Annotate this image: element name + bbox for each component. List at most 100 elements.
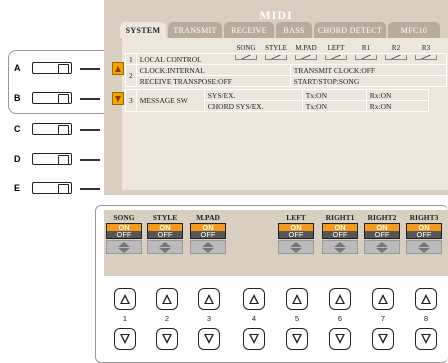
screen-title: MIDI <box>259 8 293 22</box>
button-number: 7 <box>380 314 386 323</box>
button-e-pill <box>32 182 72 194</box>
button-2-down[interactable] <box>156 328 178 350</box>
up-down-arrows-icon <box>322 240 358 254</box>
row-number: 2 <box>125 64 137 87</box>
leader-line <box>80 129 100 131</box>
chord-sysex-tx[interactable]: Tx:ON <box>301 100 367 112</box>
button-a-pill <box>32 62 72 74</box>
checkmark-icon[interactable] <box>322 55 350 61</box>
switch-right3[interactable]: RIGHT3 ON OFF <box>406 213 442 254</box>
tab-system[interactable]: SYSTEM <box>120 22 166 38</box>
checkmark-icon[interactable] <box>262 55 290 61</box>
button-7-down[interactable] <box>372 328 394 350</box>
col-song: SONG <box>236 44 256 52</box>
button-number: 4 <box>251 314 257 323</box>
button-5-up[interactable] <box>286 288 308 310</box>
button-6-down[interactable] <box>329 328 351 350</box>
checkmark-icon[interactable] <box>292 55 320 61</box>
button-d-label: D <box>14 154 21 164</box>
row-number: 1 <box>125 53 137 65</box>
scroll-down-arrow-icon[interactable] <box>112 92 124 105</box>
button-d[interactable]: D <box>8 153 100 167</box>
up-down-arrows-icon <box>406 240 442 254</box>
up-down-arrows-icon <box>278 240 314 254</box>
button-1-down[interactable] <box>114 328 136 350</box>
button-7-up[interactable] <box>372 288 394 310</box>
button-2-up[interactable] <box>156 288 178 310</box>
switch-left[interactable]: LEFT ON OFF <box>278 213 314 254</box>
up-down-arrows-icon <box>147 240 183 254</box>
leader-line <box>80 159 100 161</box>
button-number: 5 <box>294 314 300 323</box>
switch-right2[interactable]: RIGHT2 ON OFF <box>364 213 400 254</box>
switch-label: STYLE <box>152 213 178 222</box>
switch-label: RIGHT2 <box>367 213 397 222</box>
button-8-up[interactable] <box>415 288 437 310</box>
switch-label: LEFT <box>286 213 306 222</box>
tab-bass[interactable]: BASS <box>276 22 312 38</box>
button-number: 6 <box>337 314 343 323</box>
button-c-label: C <box>14 124 21 134</box>
button-c-pill <box>32 123 72 135</box>
switch-song[interactable]: SONG ON OFF <box>106 213 142 254</box>
switch-right1[interactable]: RIGHT1 ON OFF <box>322 213 358 254</box>
scroll-up-arrow-icon[interactable] <box>112 62 124 75</box>
col-r1: R1 <box>361 44 371 52</box>
button-b-pill <box>32 92 72 104</box>
off-state: OFF <box>278 231 314 239</box>
button-e[interactable]: E <box>8 182 100 196</box>
tab-receive[interactable]: RECEIVE <box>224 22 274 38</box>
button-number: 2 <box>164 314 170 323</box>
sysex-label: SYS/EX. <box>203 89 303 101</box>
receive-transpose-field[interactable]: RECEIVE TRANSPOSE:OFF <box>135 75 291 87</box>
start-stop-field[interactable]: START/STOP:SONG <box>289 75 447 87</box>
sysex-rx[interactable]: Rx:ON <box>365 89 429 101</box>
table-row: 2 CLOCK:INTERNAL TRANSMIT CLOCK:OFF <box>125 64 447 87</box>
button-3-up[interactable] <box>198 288 220 310</box>
chord-sysex-label: CHORD SYS/EX. <box>203 100 303 112</box>
button-a[interactable]: A <box>8 62 100 76</box>
switch-label: RIGHT1 <box>325 213 355 222</box>
up-down-arrows-icon <box>106 240 142 254</box>
checkmark-icon[interactable] <box>232 55 260 61</box>
button-4-down[interactable] <box>243 328 265 350</box>
tab-transmit[interactable]: TRANSMIT <box>168 22 222 38</box>
checkmark-icon[interactable] <box>352 55 380 61</box>
switch-label: SONG <box>113 213 135 222</box>
midi-screen-diagram: A B C D E MIDI SYSTEM TRANSMIT RECEIVE B… <box>0 0 448 363</box>
button-b[interactable]: B <box>8 92 100 106</box>
tab-bar: SYSTEM TRANSMIT RECEIVE BASS CHORD DETEC… <box>108 22 448 38</box>
table-row: 3 MESSAGE SW SYS/EX. Tx:ON Rx:ON <box>125 89 429 112</box>
leader-line <box>80 188 100 190</box>
button-6-up[interactable] <box>329 288 351 310</box>
switch-mpad[interactable]: M.PAD ON OFF <box>190 213 226 254</box>
chord-sysex-rx[interactable]: Rx:ON <box>365 100 429 112</box>
checkmark-icon[interactable] <box>382 55 410 61</box>
sysex-tx[interactable]: Tx:ON <box>301 89 367 101</box>
row-number: 3 <box>125 89 137 112</box>
switch-style[interactable]: STYLE ON OFF <box>147 213 183 254</box>
up-down-arrows-icon <box>364 240 400 254</box>
button-number: 1 <box>122 314 128 323</box>
button-d-pill <box>32 153 72 165</box>
message-sw-label: MESSAGE SW <box>135 89 205 112</box>
button-number: 8 <box>423 314 429 323</box>
off-state: OFF <box>364 231 400 239</box>
button-3-down[interactable] <box>198 328 220 350</box>
button-4-up[interactable] <box>243 288 265 310</box>
tab-chord-detect[interactable]: CHORD DETECT <box>314 22 386 38</box>
switch-label: RIGHT3 <box>409 213 439 222</box>
clock-field[interactable]: CLOCK:INTERNAL <box>135 64 291 76</box>
tab-mfc10[interactable]: MFC10 <box>388 22 440 38</box>
button-5-down[interactable] <box>286 328 308 350</box>
button-b-label: B <box>14 93 21 103</box>
button-1-up[interactable] <box>114 288 136 310</box>
button-8-down[interactable] <box>415 328 437 350</box>
up-down-arrows-icon <box>190 240 226 254</box>
transmit-clock-field[interactable]: TRANSMIT CLOCK:OFF <box>289 64 447 76</box>
col-r3: R3 <box>421 44 431 52</box>
off-state: OFF <box>190 231 226 239</box>
checkmark-icon[interactable] <box>412 55 440 61</box>
switch-label: M.PAD <box>196 213 220 222</box>
button-c[interactable]: C <box>8 123 100 137</box>
